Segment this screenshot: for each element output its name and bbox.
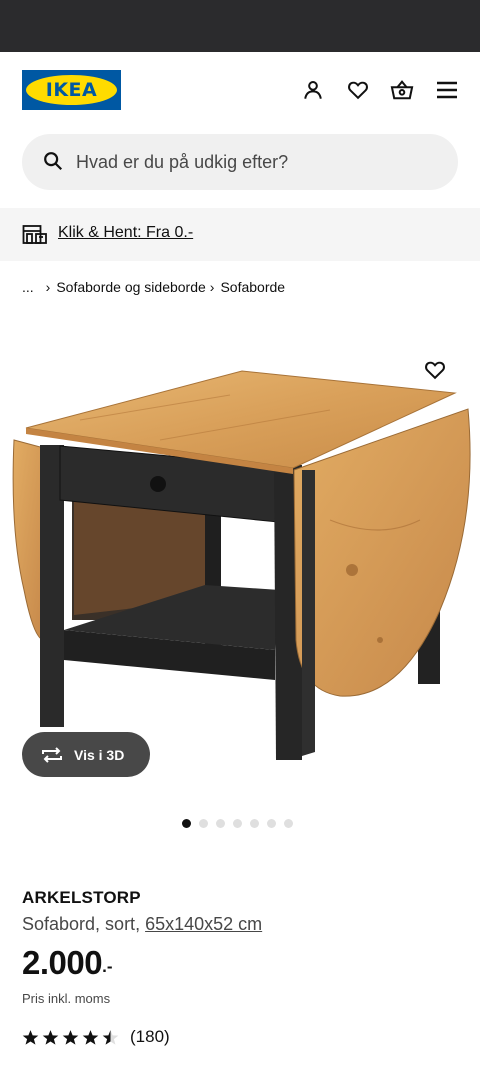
search-bar[interactable] <box>22 134 458 190</box>
logo-ellipse: IKEA <box>26 75 117 105</box>
product-name: ARKELSTORP <box>22 888 141 907</box>
view-in-3d-button[interactable]: Vis i 3D <box>22 732 150 777</box>
star-full-icon <box>62 1029 79 1045</box>
rotate-3d-icon <box>42 746 62 763</box>
logo-text: IKEA <box>45 79 98 101</box>
store-pickup-icon <box>22 222 48 246</box>
pagination-dot[interactable] <box>182 819 191 828</box>
search-input[interactable] <box>76 134 436 190</box>
price-integer: 2.000 <box>22 944 103 981</box>
pagination-dot[interactable] <box>216 819 225 828</box>
status-bar <box>0 0 480 52</box>
star-full-icon <box>22 1029 39 1045</box>
ikea-logo[interactable]: IKEA <box>22 70 121 110</box>
heart-icon[interactable] <box>346 78 370 102</box>
pagination-dot[interactable] <box>284 819 293 828</box>
chevron-right-icon: › <box>45 279 51 295</box>
rating[interactable]: (180) <box>22 1027 170 1047</box>
breadcrumb-item[interactable]: Sofaborde og sideborde <box>56 279 205 295</box>
basket-icon[interactable] <box>390 78 414 102</box>
pagination-dot[interactable] <box>233 819 242 828</box>
product-type: Sofabord, sort, <box>22 914 146 934</box>
pagination-dot[interactable] <box>199 819 208 828</box>
click-collect-banner[interactable]: Klik & Hent: Fra 0.- <box>0 208 480 261</box>
view-in-3d-label: Vis i 3D <box>74 746 125 763</box>
heart-icon <box>425 361 445 380</box>
breadcrumb: ... › Sofaborde og sideborde › Sofaborde <box>22 279 285 295</box>
click-collect-link[interactable]: Klik & Hent: Fra 0.- <box>58 224 193 242</box>
star-full-icon <box>82 1029 99 1045</box>
account-icon[interactable] <box>301 78 325 102</box>
star-half-icon <box>102 1029 119 1045</box>
price-decimal: .- <box>102 957 113 976</box>
header: IKEA <box>0 52 480 128</box>
menu-icon[interactable] <box>435 78 459 102</box>
breadcrumb-ellipsis[interactable]: ... <box>22 279 34 295</box>
add-to-favourites-button[interactable] <box>422 357 448 383</box>
search-icon <box>42 150 66 174</box>
product-dimensions-link[interactable]: 65x140x52 cm <box>145 914 262 934</box>
pagination-dot[interactable] <box>250 819 259 828</box>
star-full-icon <box>42 1029 59 1045</box>
review-count[interactable]: (180) <box>130 1027 170 1047</box>
gallery-pagination <box>182 819 293 828</box>
product-description: Sofabord, sort, 65x140x52 cm <box>22 914 262 935</box>
breadcrumb-item[interactable]: Sofaborde <box>220 279 285 295</box>
pagination-dot[interactable] <box>267 819 276 828</box>
vat-note: Pris inkl. moms <box>22 991 111 1006</box>
chevron-right-icon: › <box>209 279 215 295</box>
product-image[interactable] <box>0 320 480 800</box>
product-price: 2.000 .- <box>22 944 112 982</box>
